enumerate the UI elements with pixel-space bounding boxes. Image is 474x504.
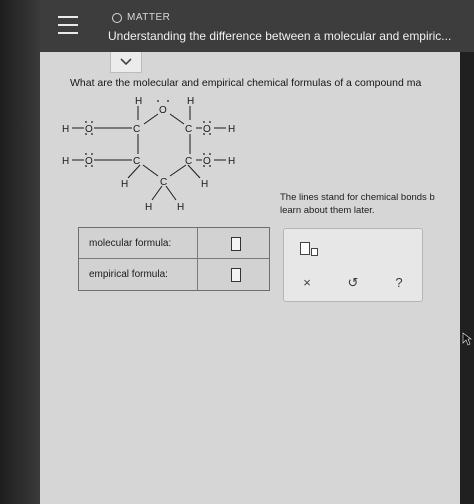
- atom-h: H: [62, 156, 69, 167]
- atom-o: O: [203, 156, 211, 167]
- atom-c: C: [185, 124, 192, 135]
- question-text: What are the molecular and empirical che…: [70, 77, 422, 89]
- bond-note: The lines stand for chemical bonds b lea…: [280, 191, 435, 217]
- answer-table: molecular formula: empirical formula:: [78, 227, 270, 291]
- atom-o: O: [85, 156, 93, 167]
- help-icon[interactable]: ?: [387, 275, 411, 291]
- atom-c: C: [160, 177, 167, 188]
- atom-h: H: [62, 124, 69, 135]
- page-title: Understanding the difference between a m…: [108, 29, 452, 43]
- atom-o: O: [203, 124, 211, 135]
- question-panel: What are the molecular and empirical che…: [40, 52, 460, 504]
- undo-icon[interactable]: ↺: [341, 275, 365, 291]
- atom-c: C: [133, 156, 140, 167]
- note-line: learn about them later.: [280, 205, 375, 216]
- atom-h: H: [177, 202, 184, 212]
- chevron-down-icon[interactable]: [110, 52, 142, 73]
- atom-h: H: [228, 124, 235, 135]
- molecular-formula-label: molecular formula:: [89, 237, 172, 249]
- menu-icon[interactable]: [58, 16, 78, 34]
- answer-toolbox: × ↺ ?: [283, 228, 423, 302]
- atom-h: H: [187, 96, 194, 107]
- cursor-icon: [462, 332, 472, 346]
- right-edge: [460, 0, 474, 504]
- atom-c: C: [133, 124, 140, 135]
- module-label: MATTER: [127, 12, 171, 23]
- atom-h: H: [121, 179, 128, 190]
- clear-icon[interactable]: ×: [295, 275, 319, 291]
- toolbox-actions: × ↺ ?: [284, 275, 422, 291]
- module-indicator: MATTER: [112, 12, 170, 23]
- module-circle-icon: [112, 12, 122, 23]
- note-line: The lines stand for chemical bonds b: [280, 192, 435, 203]
- empirical-formula-input[interactable]: [231, 268, 241, 282]
- atom-c: C: [185, 156, 192, 167]
- atom-h: H: [228, 156, 235, 167]
- atom-o: O: [85, 124, 93, 135]
- atom-h: H: [145, 202, 152, 212]
- atom-o: O: [159, 105, 167, 116]
- molecular-formula-input[interactable]: [231, 237, 241, 251]
- atom-h: H: [201, 179, 208, 190]
- left-rail: [0, 0, 40, 504]
- header-bar: MATTER Understanding the difference betw…: [40, 0, 474, 52]
- atom-h: H: [135, 96, 142, 107]
- subscript-icon[interactable]: [300, 242, 324, 256]
- empirical-formula-label: empirical formula:: [89, 268, 168, 280]
- molecule-structure: H H O H O C C O H H O C C O H H H C H H: [62, 96, 235, 212]
